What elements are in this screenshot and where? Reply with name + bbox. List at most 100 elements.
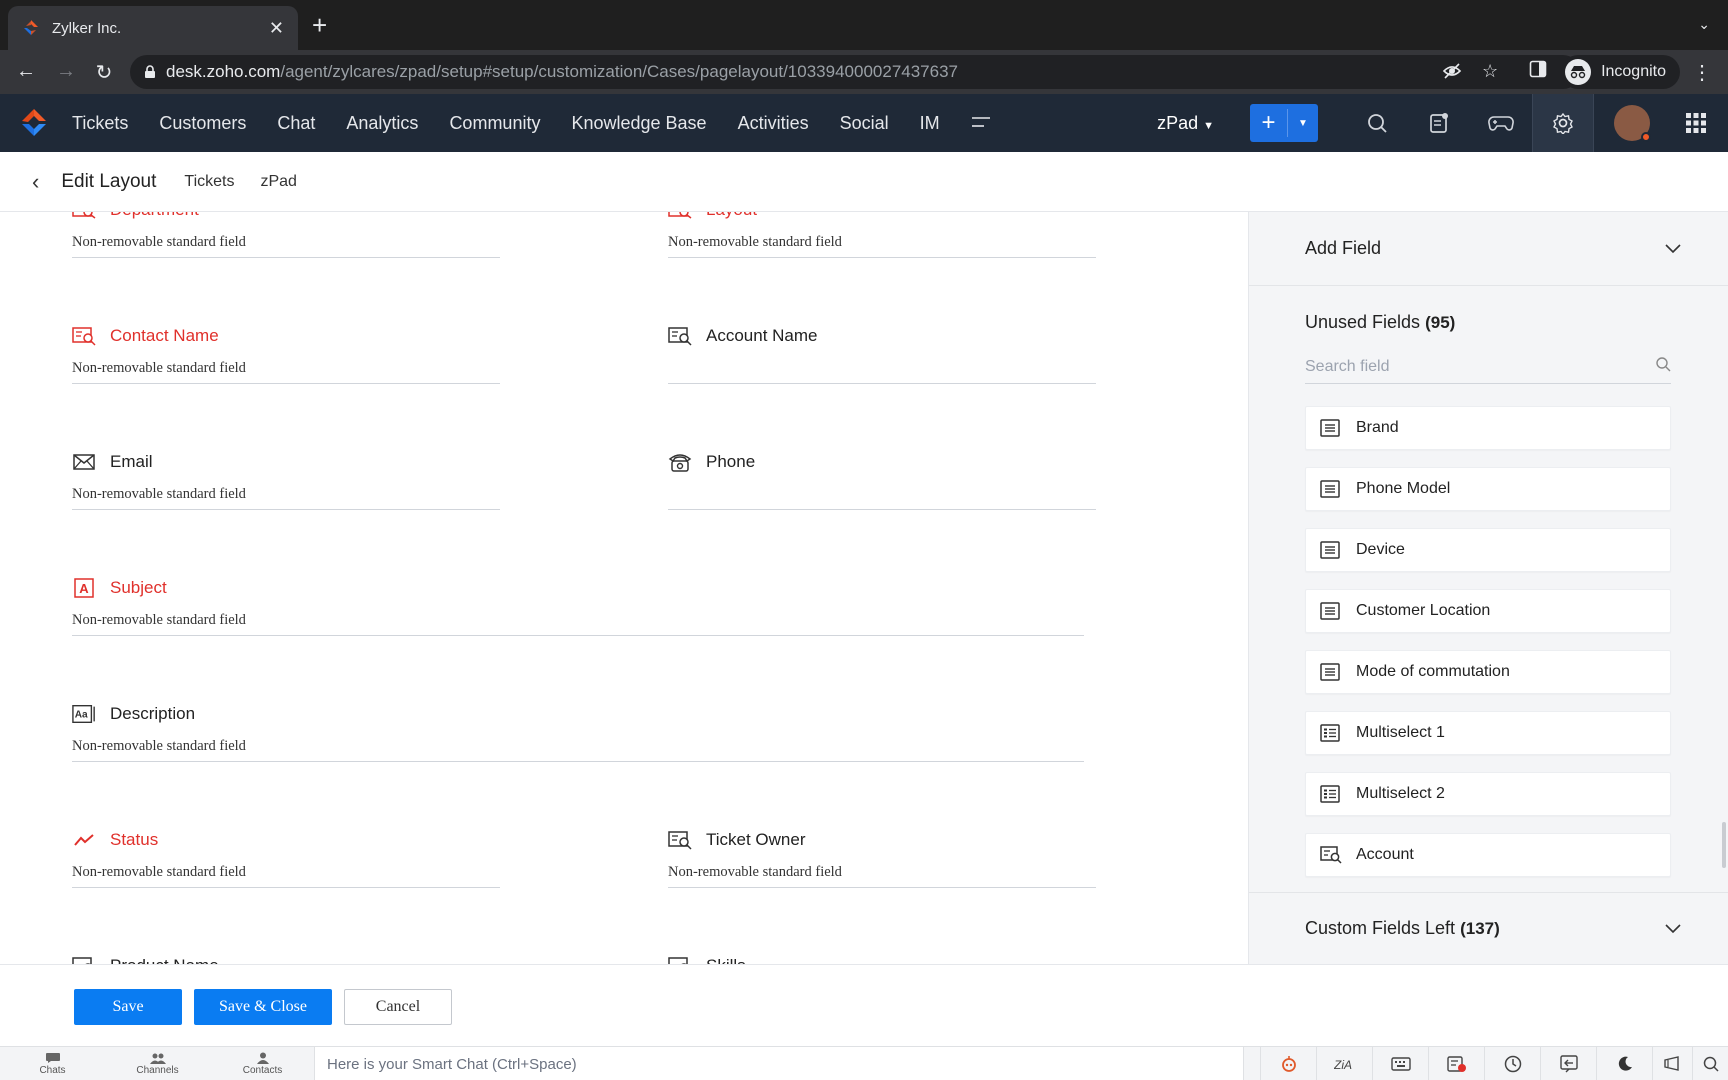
incognito-badge[interactable]: Incognito xyxy=(1561,55,1680,89)
search-field-input[interactable] xyxy=(1305,357,1655,376)
zia-icon[interactable]: ZiA xyxy=(1316,1047,1372,1080)
field-description[interactable]: Aa Description Non-removable standard fi… xyxy=(72,702,1084,762)
eye-off-icon[interactable] xyxy=(1442,61,1462,86)
field-status[interactable]: Status Non-removable standard field xyxy=(72,828,500,888)
field-phone[interactable]: Phone xyxy=(668,450,1096,510)
channels-label: Channels xyxy=(136,1064,179,1076)
smart-chat-input[interactable]: Here is your Smart Chat (Ctrl+Space) xyxy=(314,1047,1244,1080)
field-label: Subject xyxy=(110,578,167,597)
dark-mode-moon-icon[interactable] xyxy=(1596,1047,1652,1080)
nav-community[interactable]: Community xyxy=(449,113,540,134)
envelope-icon xyxy=(72,452,96,472)
nav-im[interactable]: IM xyxy=(920,113,940,134)
tab-search-chevron-icon[interactable]: ⌄ xyxy=(1698,16,1710,33)
field-product-name[interactable]: Product Name xyxy=(72,954,500,964)
channels-icon xyxy=(149,1053,166,1064)
nav-customers[interactable]: Customers xyxy=(159,113,246,134)
save-button[interactable]: Save xyxy=(74,989,182,1025)
browser-menu-icon[interactable]: ⋮ xyxy=(1692,60,1712,85)
layout-canvas: Department Non-removable standard field … xyxy=(0,212,1248,964)
chats-tab[interactable]: Chats xyxy=(0,1047,105,1080)
field-skills[interactable]: Skills xyxy=(668,954,1096,964)
more-menu-icon[interactable] xyxy=(971,112,991,135)
cancel-button[interactable]: Cancel xyxy=(344,989,452,1025)
new-tab-icon[interactable]: + xyxy=(312,12,327,38)
breadcrumb-module[interactable]: Tickets xyxy=(184,173,234,191)
gamepad-icon[interactable] xyxy=(1470,94,1532,152)
nav-chat[interactable]: Chat xyxy=(277,113,315,134)
settings-gear-icon[interactable] xyxy=(1532,94,1594,152)
nav-tickets[interactable]: Tickets xyxy=(72,113,128,134)
edit-layout-header: ‹ Edit Layout Tickets zPad xyxy=(0,152,1728,212)
bookmark-star-icon[interactable]: ☆ xyxy=(1482,61,1498,82)
channels-tab[interactable]: Channels xyxy=(105,1047,210,1080)
panel-scrollbar[interactable] xyxy=(1722,822,1726,868)
field-subject[interactable]: A Subject Non-removable standard field xyxy=(72,576,1084,636)
nav-activities[interactable]: Activities xyxy=(738,113,809,134)
breadcrumb-department[interactable]: zPad xyxy=(260,173,296,191)
tab-close-icon[interactable]: ✕ xyxy=(269,18,284,39)
page-title: Edit Layout xyxy=(61,170,157,192)
save-and-close-button[interactable]: Save & Close xyxy=(194,989,332,1025)
keyboard-icon[interactable] xyxy=(1372,1047,1428,1080)
field-label: Contact Name xyxy=(110,326,219,345)
search-icon[interactable] xyxy=(1692,1047,1728,1080)
field-contact-name[interactable]: Contact Name Non-removable standard fiel… xyxy=(72,324,500,384)
svg-text:A: A xyxy=(79,581,89,596)
unused-field-device[interactable]: Device xyxy=(1305,528,1671,572)
field-department[interactable]: Department Non-removable standard field xyxy=(72,212,500,258)
contacts-tab[interactable]: Contacts xyxy=(210,1047,315,1080)
side-panel-icon[interactable] xyxy=(1526,60,1550,84)
field-label: Layout xyxy=(706,212,757,220)
picklist-icon xyxy=(1320,662,1342,682)
address-bar[interactable]: desk.zoho.com/agent/zylcares/zpad/setup#… xyxy=(130,55,1580,89)
notes-alert-icon[interactable] xyxy=(1428,1047,1484,1080)
back-chevron-icon[interactable]: ‹ xyxy=(32,169,39,195)
textarea-icon: Aa xyxy=(72,704,96,724)
field-email[interactable]: Email Non-removable standard field xyxy=(72,450,500,510)
browser-toolbar: ← → ↻ desk.zoho.com/agent/zylcares/zpad/… xyxy=(0,50,1728,94)
add-field-section-header[interactable]: Add Field xyxy=(1249,212,1728,286)
unused-field-phone-model[interactable]: Phone Model xyxy=(1305,467,1671,511)
user-avatar[interactable] xyxy=(1614,105,1651,142)
apps-grid-icon[interactable] xyxy=(1676,94,1716,152)
nav-analytics[interactable]: Analytics xyxy=(346,113,418,134)
unused-field-multiselect-2[interactable]: Multiselect 2 xyxy=(1305,772,1671,816)
browser-tab[interactable]: Zylker Inc. ✕ xyxy=(8,6,298,50)
zia-bot-icon[interactable] xyxy=(1260,1047,1316,1080)
search-icon[interactable] xyxy=(1346,94,1408,152)
notes-icon[interactable] xyxy=(1408,94,1470,152)
telephone-icon xyxy=(668,452,692,472)
unused-field-account[interactable]: Account xyxy=(1305,833,1671,877)
reply-message-icon[interactable] xyxy=(1540,1047,1596,1080)
announcement-icon[interactable] xyxy=(1652,1047,1692,1080)
unused-field-multiselect-1[interactable]: Multiselect 1 xyxy=(1305,711,1671,755)
reload-icon[interactable]: ↻ xyxy=(92,60,116,85)
zoho-desk-logo[interactable] xyxy=(18,107,50,139)
layout-action-bar: Save Save & Close Cancel xyxy=(0,964,1728,1046)
quick-add-button[interactable]: + ▼ xyxy=(1250,104,1318,142)
lookup-icon xyxy=(668,212,692,220)
field-account-name[interactable]: Account Name xyxy=(668,324,1096,384)
clock-icon[interactable] xyxy=(1484,1047,1540,1080)
forward-icon[interactable]: → xyxy=(54,60,78,83)
unused-field-mode-of-commutation[interactable]: Mode of commutation xyxy=(1305,650,1671,694)
field-value: Non-removable standard field xyxy=(72,612,1084,636)
unused-field-customer-location[interactable]: Customer Location xyxy=(1305,589,1671,633)
picklist-icon xyxy=(1320,479,1342,499)
field-ticket-owner[interactable]: Ticket Owner Non-removable standard fiel… xyxy=(668,828,1096,888)
field-value xyxy=(668,486,1096,510)
field-layout[interactable]: Layout Non-removable standard field xyxy=(668,212,1096,258)
custom-fields-left-header[interactable]: Custom Fields Left (137) xyxy=(1249,892,1728,964)
nav-knowledge-base[interactable]: Knowledge Base xyxy=(571,113,706,134)
nav-social[interactable]: Social xyxy=(840,113,889,134)
department-selector[interactable]: zPad ▼ xyxy=(1157,113,1214,134)
chevron-down-icon[interactable] xyxy=(1665,921,1681,937)
unused-fields-list: Brand Phone Model Device Customer Locati… xyxy=(1305,406,1671,894)
search-icon[interactable] xyxy=(1655,356,1671,377)
caret-down-icon: ▼ xyxy=(1298,117,1308,129)
chevron-down-icon[interactable] xyxy=(1665,241,1681,257)
unused-field-label: Mode of commutation xyxy=(1356,663,1510,680)
back-icon[interactable]: ← xyxy=(14,60,38,83)
unused-field-brand[interactable]: Brand xyxy=(1305,406,1671,450)
